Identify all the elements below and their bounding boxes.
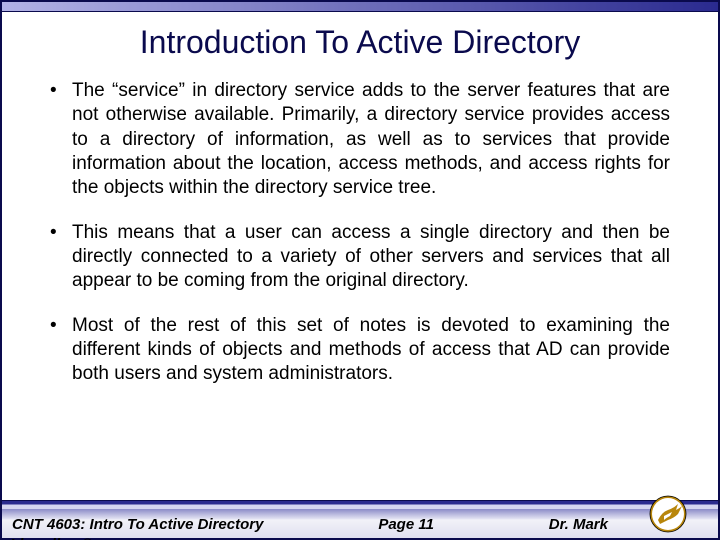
footer-copyright-fragment: Llewellyn © bbox=[10, 536, 93, 540]
bullet-item: The “service” in directory service adds … bbox=[50, 79, 670, 201]
slide-title: Introduction To Active Directory bbox=[2, 24, 718, 61]
footer-page: Page 11 bbox=[378, 516, 434, 533]
bullet-item: Most of the rest of this set of notes is… bbox=[50, 314, 670, 387]
footer: CNT 4603: Intro To Active Directory Page… bbox=[2, 510, 718, 538]
pegasus-icon bbox=[638, 494, 690, 534]
slide-content: The “service” in directory service adds … bbox=[2, 79, 718, 386]
slide: Introduction To Active Directory The “se… bbox=[0, 0, 720, 540]
bullet-list: The “service” in directory service adds … bbox=[50, 79, 670, 386]
bullet-item: This means that a user can access a sing… bbox=[50, 221, 670, 294]
top-accent-bar bbox=[2, 2, 718, 12]
footer-course: CNT 4603: Intro To Active Directory bbox=[12, 516, 263, 533]
ucf-logo bbox=[638, 494, 690, 534]
footer-author: Dr. Mark bbox=[549, 516, 608, 533]
